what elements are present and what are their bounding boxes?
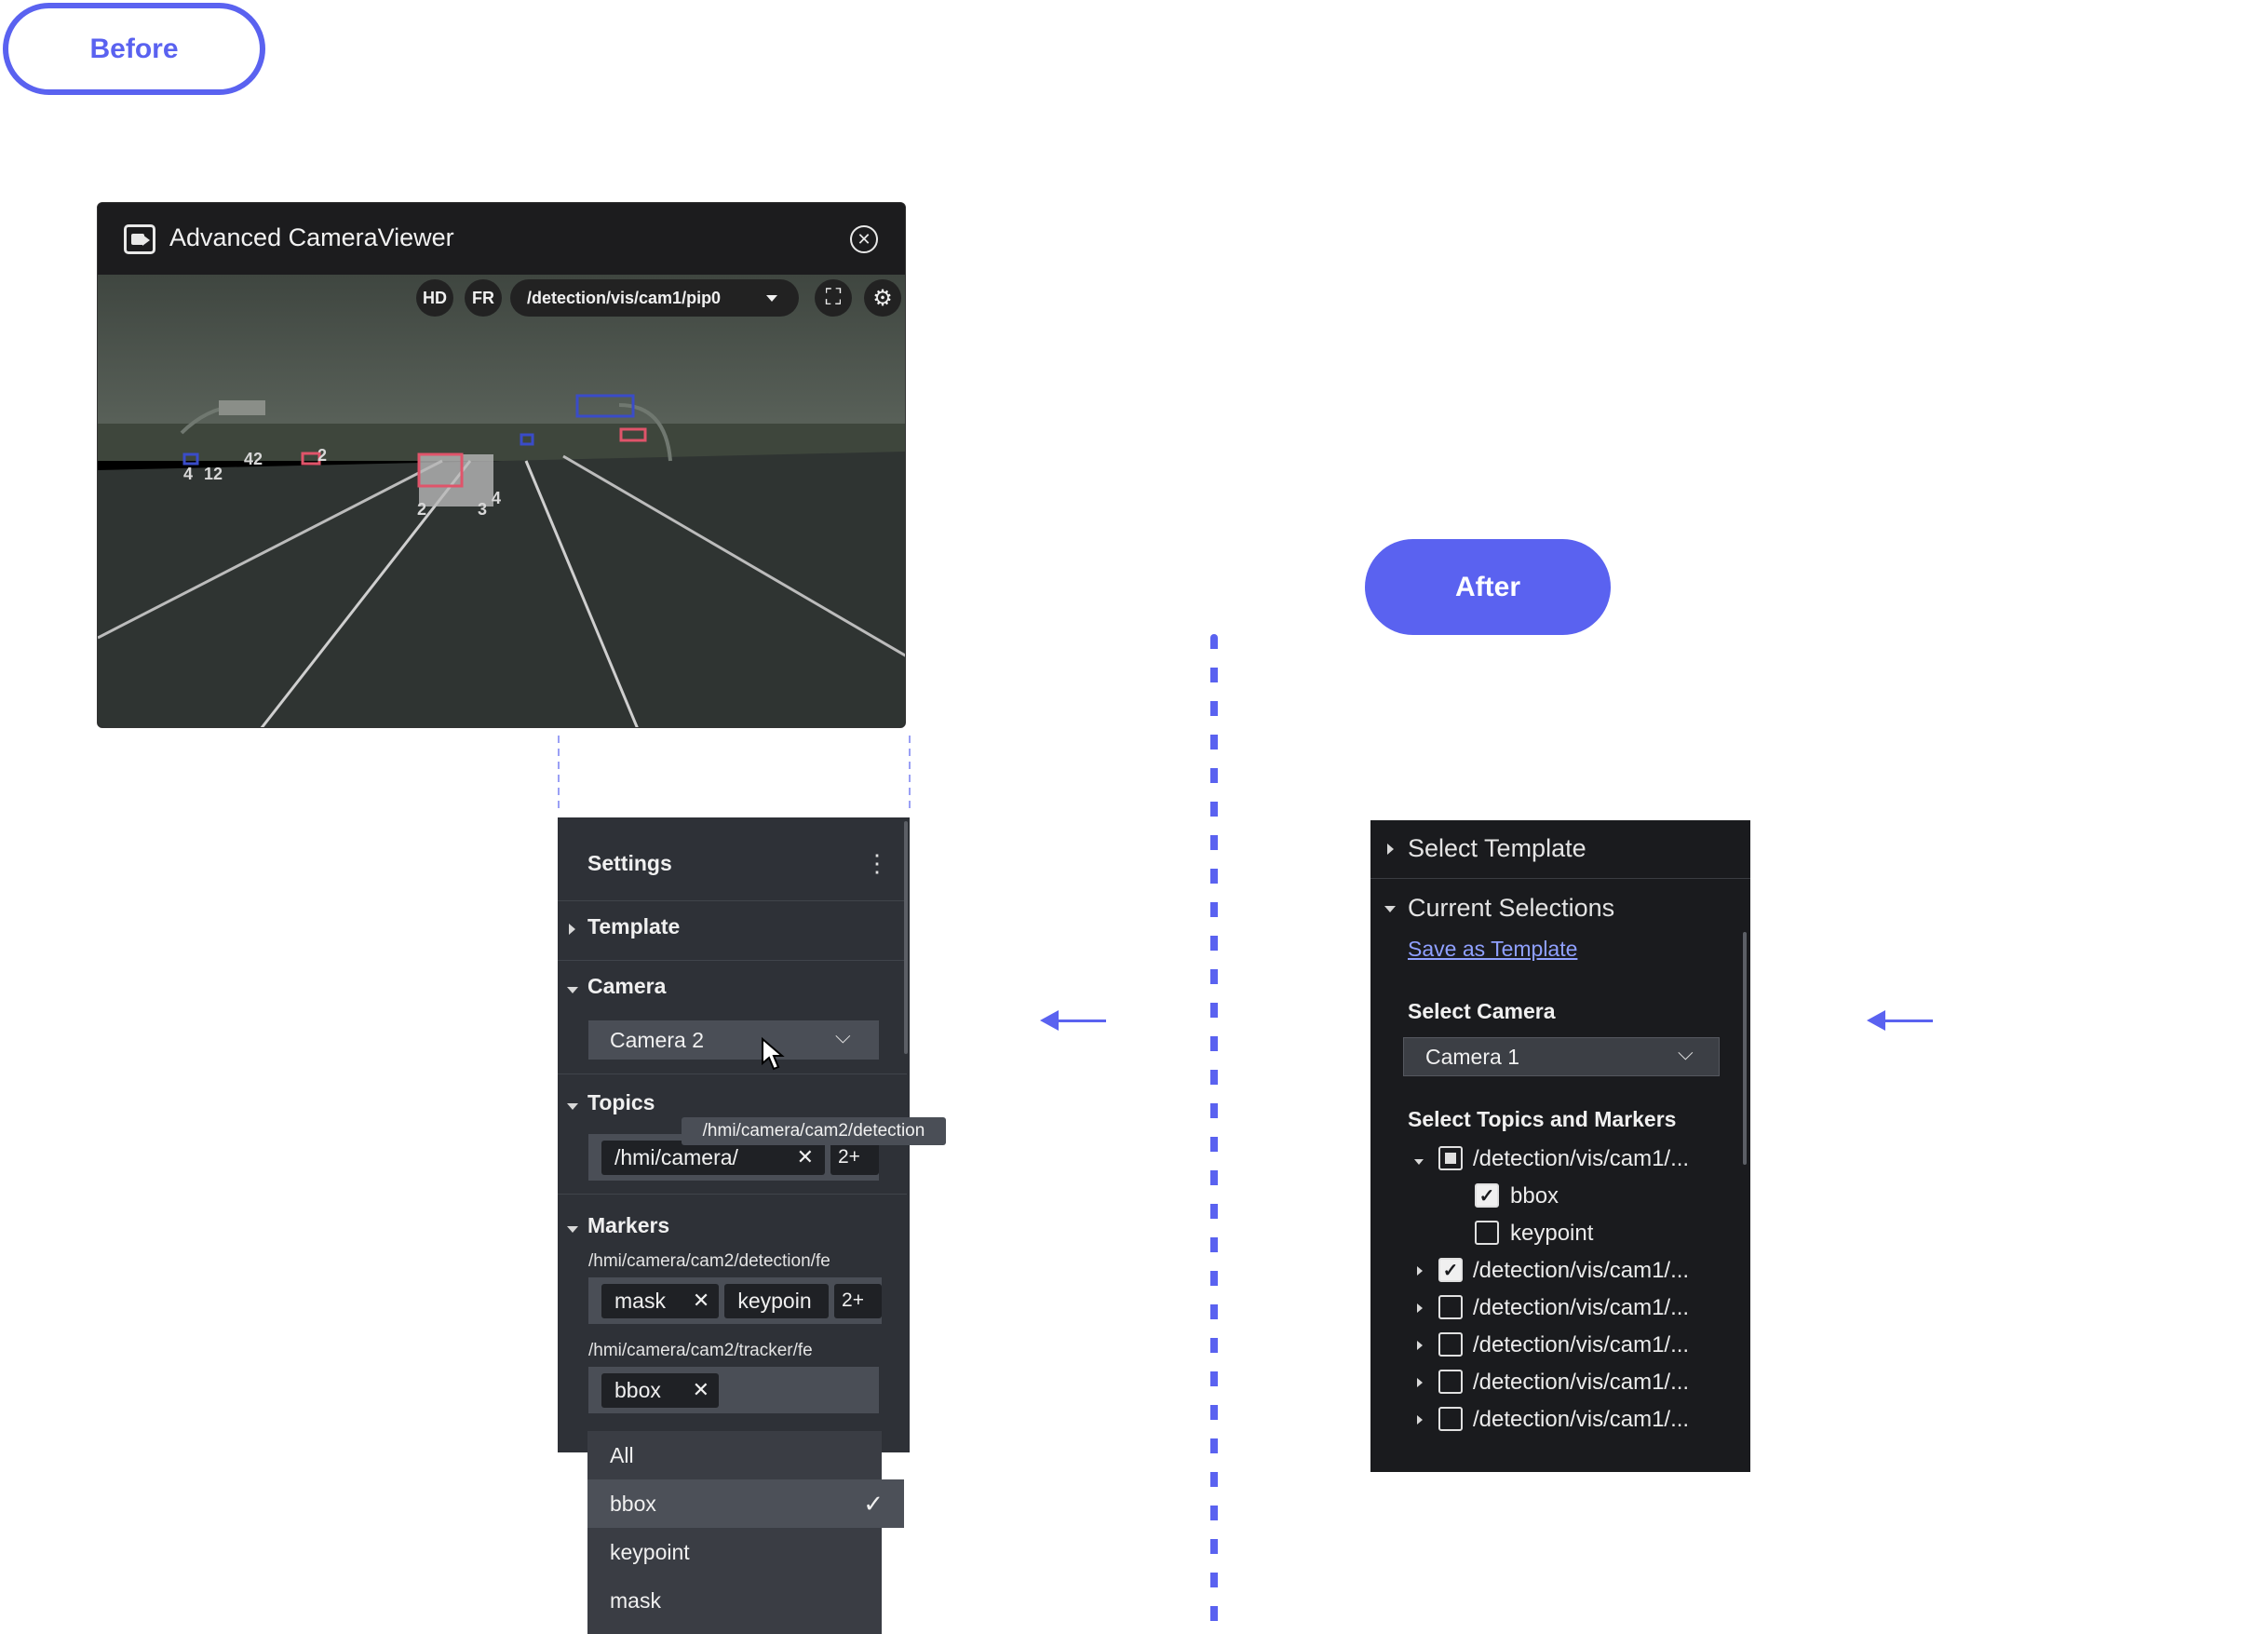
selection-panel: Select Template Current Selections Save … bbox=[1370, 820, 1750, 1472]
more-vertical-icon[interactable]: ⋮ bbox=[865, 849, 889, 878]
overlay-number: 2 bbox=[317, 446, 327, 465]
marker-tag[interactable]: keypoin bbox=[724, 1283, 830, 1318]
dropdown-option-mask[interactable]: mask bbox=[587, 1576, 904, 1625]
fr-chip[interactable]: FR bbox=[465, 279, 502, 317]
overlay-number: 2 bbox=[417, 500, 426, 519]
chevron-right-icon[interactable] bbox=[1417, 1266, 1423, 1276]
before-label: Before bbox=[3, 3, 265, 95]
scrollbar[interactable] bbox=[904, 821, 908, 1054]
arrow-shaft bbox=[1056, 1020, 1106, 1022]
camera-select-value: Camera 2 bbox=[610, 1027, 704, 1052]
partial-checkbox[interactable] bbox=[1438, 1146, 1463, 1170]
marker-group-path: /hmi/camera/cam2/detection/fe bbox=[588, 1251, 830, 1271]
close-icon[interactable]: ✕ bbox=[797, 1145, 814, 1169]
unchecked-checkbox[interactable] bbox=[1475, 1221, 1499, 1245]
chevron-right-icon bbox=[1387, 844, 1394, 855]
tree-topic-label: /detection/vis/cam1/... bbox=[1473, 1332, 1690, 1357]
dropdown-option-keypoint[interactable]: keypoint bbox=[587, 1528, 904, 1576]
more-count-badge[interactable]: 2+ bbox=[834, 1283, 882, 1318]
connector-line bbox=[909, 736, 911, 810]
marker-tag[interactable]: mask ✕ bbox=[601, 1283, 720, 1318]
unchecked-checkbox[interactable] bbox=[1438, 1332, 1463, 1357]
marker-dropdown-menu: All bbox ✓ keypoint mask bbox=[587, 1431, 904, 1634]
chevron-right-icon bbox=[569, 924, 575, 935]
unchecked-checkbox[interactable] bbox=[1438, 1407, 1463, 1431]
camera-select[interactable]: Camera 1 bbox=[1403, 1037, 1720, 1076]
marker-tag-label: mask bbox=[614, 1288, 666, 1313]
dropdown-option-bbox[interactable]: bbox ✓ bbox=[587, 1479, 904, 1528]
chevron-right-icon[interactable] bbox=[1417, 1378, 1423, 1387]
overlay-number: 4 bbox=[492, 489, 501, 507]
tree-topic-label: /detection/vis/cam1/... bbox=[1473, 1370, 1690, 1395]
scrollbar[interactable] bbox=[1743, 932, 1747, 1165]
dropdown-option-all[interactable]: All bbox=[587, 1431, 904, 1479]
marker-group-path: /hmi/camera/cam2/tracker/fe bbox=[588, 1341, 813, 1360]
marker-multiselect[interactable]: bbox ✕ bbox=[588, 1367, 879, 1413]
chevron-down-icon bbox=[567, 1226, 578, 1233]
save-as-template-link[interactable]: Save as Template bbox=[1408, 937, 1577, 962]
topic-selector[interactable]: /detection/vis/cam1/pip0 bbox=[510, 279, 799, 317]
marker-tag-label: keypoin bbox=[737, 1288, 812, 1313]
before-after-divider bbox=[1210, 634, 1218, 1626]
close-icon[interactable]: ✕ bbox=[693, 1289, 709, 1313]
viewer-titlebar: Advanced CameraViewer ✕ bbox=[98, 203, 905, 275]
overlay-number: 3 bbox=[478, 500, 487, 519]
tree-marker-label: bbox bbox=[1510, 1183, 1559, 1209]
settings-title: Settings bbox=[587, 851, 672, 875]
camera-section[interactable]: Camera bbox=[587, 974, 666, 999]
checkmark-icon: ✓ bbox=[863, 1489, 884, 1518]
camera-select-value: Camera 1 bbox=[1425, 1044, 1519, 1069]
chevron-right-icon[interactable] bbox=[1417, 1341, 1423, 1350]
marker-multiselect[interactable]: mask ✕ keypoin 2+ bbox=[588, 1277, 882, 1324]
gear-icon[interactable]: ⚙ bbox=[864, 279, 901, 317]
tree-topic-label: /detection/vis/cam1/... bbox=[1473, 1407, 1690, 1432]
overlay-number: 42 bbox=[244, 450, 263, 468]
chevron-right-icon[interactable] bbox=[1417, 1303, 1423, 1313]
chevron-down-icon[interactable] bbox=[1414, 1159, 1424, 1165]
viewer-title: Advanced CameraViewer bbox=[169, 223, 454, 251]
tree-topic-label: /detection/vis/cam1/... bbox=[1473, 1146, 1690, 1171]
hd-chip[interactable]: HD bbox=[416, 279, 453, 317]
template-section[interactable]: Template bbox=[587, 914, 680, 939]
more-count-badge[interactable]: 2+ bbox=[830, 1140, 879, 1175]
close-icon[interactable]: ✕ bbox=[850, 225, 878, 253]
marker-tag-label: bbox bbox=[614, 1377, 661, 1402]
overlay-number: 4 bbox=[183, 465, 193, 483]
camera-viewer-window: Advanced CameraViewer ✕ 4 12 42 2 2 3 4 bbox=[97, 202, 906, 728]
dropdown-option-label: bbox bbox=[610, 1491, 656, 1516]
mouse-cursor-icon bbox=[762, 1037, 785, 1071]
select-topics-label: Select Topics and Markers bbox=[1408, 1107, 1677, 1131]
tree-topic-label: /detection/vis/cam1/... bbox=[1473, 1295, 1690, 1320]
checked-checkbox[interactable]: ✓ bbox=[1438, 1258, 1463, 1282]
chevron-down-icon bbox=[567, 1103, 578, 1110]
video-camera-icon bbox=[124, 224, 155, 254]
tree-marker-label: keypoint bbox=[1510, 1221, 1594, 1246]
markers-section[interactable]: Markers bbox=[587, 1213, 669, 1238]
camera-feed-image: 4 12 42 2 2 3 4 bbox=[98, 275, 905, 727]
current-selections-section[interactable]: Current Selections bbox=[1408, 894, 1614, 923]
chevron-down-icon: ⌵ bbox=[1678, 1041, 1694, 1064]
chevron-down-icon bbox=[766, 295, 777, 302]
fit-screen-icon[interactable]: ⛶ bbox=[815, 279, 852, 317]
connector-line bbox=[558, 736, 560, 810]
close-icon[interactable]: ✕ bbox=[693, 1378, 709, 1402]
tree-topic-label: /detection/vis/cam1/... bbox=[1473, 1258, 1690, 1283]
chevron-down-icon: ⌵ bbox=[835, 1024, 851, 1047]
checked-checkbox[interactable]: ✓ bbox=[1475, 1183, 1499, 1208]
overlay-number: 12 bbox=[204, 465, 223, 483]
topic-tag[interactable]: /hmi/camera/ ✕ bbox=[601, 1140, 825, 1175]
select-template-section[interactable]: Select Template bbox=[1408, 834, 1586, 863]
chevron-down-icon bbox=[567, 987, 578, 993]
unchecked-checkbox[interactable] bbox=[1438, 1370, 1463, 1394]
topic-tag-label: /hmi/camera/ bbox=[614, 1144, 738, 1169]
arrow-shaft bbox=[1883, 1020, 1933, 1022]
topic-tooltip: /hmi/camera/cam2/detection bbox=[682, 1117, 946, 1145]
unchecked-checkbox[interactable] bbox=[1438, 1295, 1463, 1319]
chevron-right-icon[interactable] bbox=[1417, 1415, 1423, 1425]
topics-section[interactable]: Topics bbox=[587, 1090, 655, 1115]
after-label: After bbox=[1365, 539, 1611, 635]
chevron-down-icon bbox=[1384, 906, 1396, 912]
marker-tag[interactable]: bbox ✕ bbox=[601, 1372, 719, 1408]
select-camera-label: Select Camera bbox=[1408, 999, 1556, 1023]
